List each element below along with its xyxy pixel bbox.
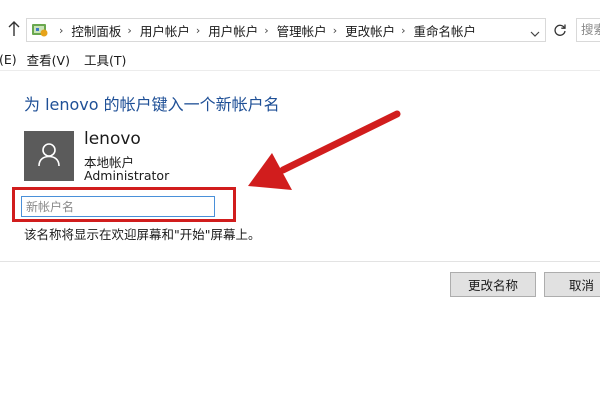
breadcrumb-item[interactable]: 用户帐户 [208, 21, 258, 40]
chevron-right-icon[interactable]: › [333, 24, 337, 37]
page-title: 为 lenovo 的帐户键入一个新帐户名 [24, 95, 280, 114]
rename-account-window: › 控制面板 › 用户帐户 › 用户帐户 › 管理帐户 › 更改帐户 › 重命名… [0, 0, 600, 401]
chevron-right-icon: › [59, 23, 64, 37]
search-input[interactable]: 搜索 [576, 18, 600, 42]
breadcrumb-item[interactable]: 控制面板 [71, 21, 121, 40]
account-group: Administrator [84, 168, 170, 183]
breadcrumb-item-current[interactable]: 重命名帐户 [414, 21, 477, 40]
breadcrumb-item[interactable]: 用户帐户 [140, 21, 190, 40]
hint-text: 该名称将显示在欢迎屏幕和"开始"屏幕上。 [24, 227, 261, 242]
menu-view[interactable]: 查看(V) [27, 50, 70, 69]
menu-edit[interactable]: (E) [0, 52, 17, 67]
new-account-name-input[interactable] [21, 196, 215, 217]
account-name: lenovo [84, 129, 141, 149]
chevron-right-icon[interactable]: › [401, 24, 405, 37]
chevron-down-icon[interactable] [530, 24, 540, 37]
chevron-right-icon[interactable]: › [264, 24, 268, 37]
menu-bar: (E) 查看(V) 工具(T) [0, 49, 140, 69]
chevron-right-icon[interactable]: › [127, 24, 131, 37]
chevron-right-icon[interactable]: › [196, 24, 200, 37]
menu-tools[interactable]: 工具(T) [84, 50, 126, 69]
breadcrumb-item[interactable]: 管理帐户 [277, 21, 327, 40]
address-bar[interactable]: › 控制面板 › 用户帐户 › 用户帐户 › 管理帐户 › 更改帐户 › 重命名… [26, 18, 546, 42]
divider [0, 70, 600, 71]
breadcrumb: › 控制面板 › 用户帐户 › 用户帐户 › 管理帐户 › 更改帐户 › 重命名… [53, 19, 476, 41]
cancel-button[interactable]: 取消 [544, 272, 600, 297]
refresh-icon[interactable] [548, 18, 572, 42]
user-silhouette-icon [24, 131, 74, 181]
divider [0, 261, 600, 262]
address-row: › 控制面板 › 用户帐户 › 用户帐户 › 管理帐户 › 更改帐户 › 重命名… [0, 16, 600, 44]
up-arrow-icon[interactable] [6, 19, 22, 39]
breadcrumb-item[interactable]: 更改帐户 [345, 21, 395, 40]
rename-button[interactable]: 更改名称 [450, 272, 536, 297]
control-panel-icon [31, 22, 49, 38]
